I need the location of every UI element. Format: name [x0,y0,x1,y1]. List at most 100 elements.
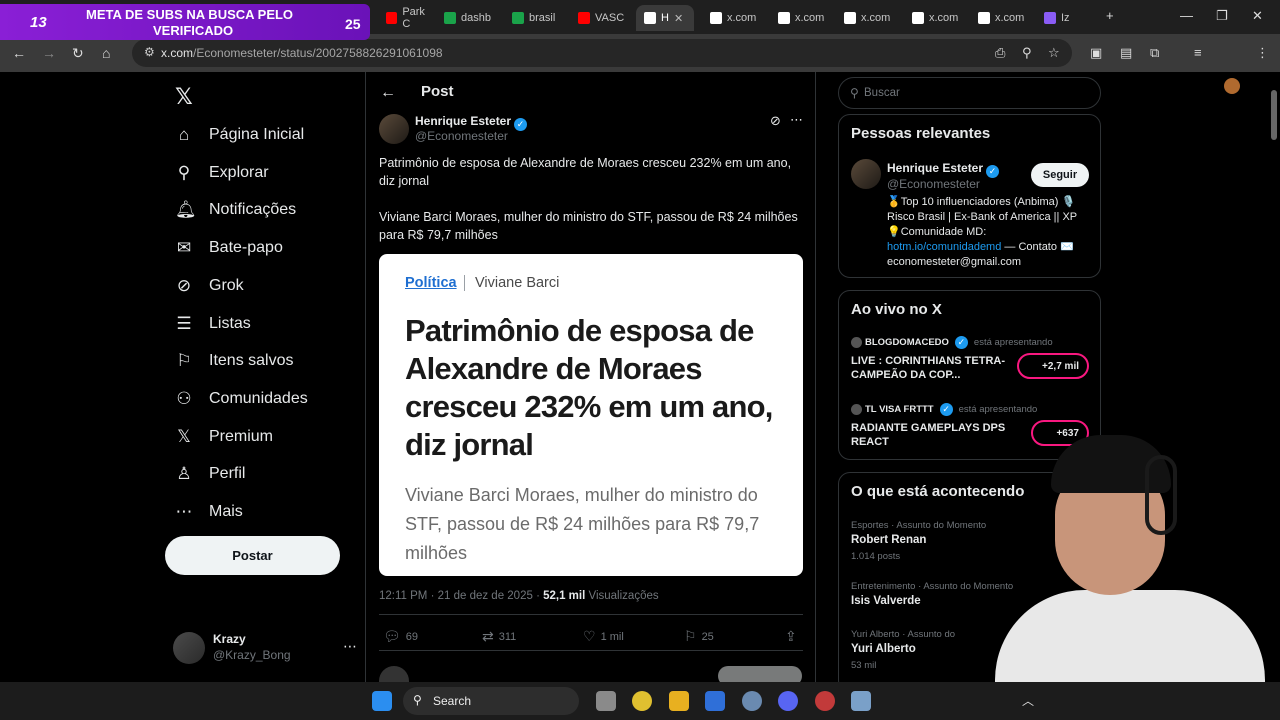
settings-icon[interactable] [742,691,762,711]
scrollbar-thumb[interactable] [1271,90,1277,140]
post-button[interactable]: Postar [165,536,340,575]
more-icon[interactable]: ⋯ [343,638,357,655]
reload-icon[interactable]: ↻ [72,45,84,62]
chrome-icon[interactable] [632,691,652,711]
sidebar-item-label: Notificações [209,201,297,219]
url-field[interactable]: ⚙ x.com/Economesteter/status/20027588262… [132,39,1072,67]
folder-icon[interactable] [669,691,689,711]
avatar[interactable] [851,159,881,189]
more-options-icon[interactable]: ⋯ [790,112,803,128]
sidebar-item[interactable]: ☰ Listas [175,309,250,339]
sidebar-item[interactable]: ⌂ Página Inicial [175,120,304,150]
profile-avatar[interactable] [1224,78,1240,94]
sidebar-item[interactable]: ✉ Bate-papo [175,233,283,263]
task-view-icon[interactable] [596,691,616,711]
start-icon[interactable] [372,691,392,711]
browser-tab[interactable]: dashb [436,5,500,31]
page-title: Post [421,83,454,100]
scrollbar[interactable] [1268,72,1280,682]
account-switcher[interactable]: Krazy @Krazy_Bong ⋯ [173,630,358,670]
store-icon[interactable] [705,691,725,711]
tab-label: x.com [929,12,959,24]
search-input[interactable]: ⚲ Buscar [838,77,1101,109]
main-column: ← Post Henrique Esteter ✓ @Economesteter … [365,72,816,682]
install-icon[interactable]: ⎙ [995,45,1005,61]
reply-avatar [379,666,409,682]
menu-icon[interactable]: ⋮ [1256,45,1269,61]
forward-arrow-icon[interactable]: → [42,45,56,61]
sidebar-item[interactable]: 𝕏 Premium [175,422,273,452]
live-title: Ao vivo no X [851,301,942,318]
browser-tab[interactable]: brasil [504,5,568,31]
discord-icon[interactable] [778,691,798,711]
taskbar-search[interactable]: ⚲ Search [403,687,579,715]
notepad-icon[interactable] [851,691,871,711]
relevant-name[interactable]: Henrique Esteter ✓ [887,161,1000,178]
site-info-icon[interactable]: ⚙ [144,45,155,59]
article-image-card[interactable]: Política Viviane Barci Patrimônio de esp… [379,254,803,576]
like-button[interactable]: ♡ 1 mil [583,628,624,645]
sidebar-item[interactable]: ⚐ Itens salvos [175,346,293,376]
browser-tab[interactable]: x.com [970,5,1034,31]
relevant-name-text: Henrique Esteter [887,161,984,175]
windows-taskbar: ⚲ Search ︿ [0,682,1280,720]
grok-icon[interactable]: ⊘ [770,113,781,129]
headphones-icon [1145,455,1177,535]
sidebar-item[interactable]: ⊘ Grok [175,271,244,301]
sidebar-item[interactable]: 🔔︎ Notificações [175,195,296,225]
tab-label: brasil [529,12,556,24]
like-count: 1 mil [600,630,624,643]
url-host: x.com [161,46,194,60]
sidebar-item-label: Explorar [209,163,269,181]
close-tab-icon[interactable]: ✕ [674,12,683,25]
follow-button[interactable]: Seguir [1031,163,1089,187]
sidebar-item-label: Perfil [209,465,246,483]
browser-tab[interactable]: H ✕ [636,5,694,31]
browser-tab[interactable]: x.com [836,5,900,31]
maximize-button[interactable]: ❐ [1216,8,1228,24]
sidebar-item[interactable]: ⋯ Mais [175,497,243,527]
sidebar-item[interactable]: ♙ Perfil [175,459,245,489]
browser-tab[interactable]: x.com [904,5,968,31]
chevron-up-icon[interactable]: ︿ [1022,692,1034,709]
home-icon[interactable]: ⌂ [102,45,110,61]
back-arrow-icon[interactable]: ← [380,84,396,102]
zoom-icon[interactable]: ⚲ [1022,45,1032,61]
star-icon[interactable]: ☆ [1048,45,1060,61]
sidebar-item[interactable]: ⚲ Explorar [175,158,269,188]
share-button[interactable]: ⇪ [785,628,797,645]
trend-item[interactable]: Isis Valverde [851,595,921,607]
media-icon[interactable]: ≡ [1194,45,1202,60]
trend-item[interactable]: Robert Renan [851,534,926,546]
close-window-button[interactable]: ✕ [1252,8,1263,24]
sidebar-item[interactable]: ⚇ Comunidades [175,384,307,414]
trend-item[interactable]: Yuri Alberto [851,643,916,655]
new-tab-button[interactable]: + [1106,8,1114,23]
browser-tab[interactable]: Park C [378,5,442,31]
browser-tab[interactable]: x.com [702,5,766,31]
reply-count: 69 [405,630,419,643]
extension-icon-2[interactable]: ▤ [1120,45,1132,61]
bio-link[interactable]: hotm.io/comunidademd [887,241,1001,253]
relevant-bio: 🥇Top 10 influenciadores (Anbima) 🎙️ Risc… [887,195,1092,270]
browser-tab[interactable]: VASC [570,5,634,31]
live-item[interactable]: LIVE : CORINTHIANS TETRA-CAMPEÃO DA COP.… [851,354,1011,382]
x-premium-icon: 𝕏 [177,426,191,446]
minimize-button[interactable]: — [1180,8,1193,23]
reply-submit-button[interactable] [718,666,802,682]
listeners-pill[interactable]: +2,7 mil [1017,353,1089,379]
browser-tab[interactable]: Iz [1036,5,1100,31]
x-logo-icon[interactable]: 𝕏 [175,84,193,110]
browser-tab[interactable]: x.com [770,5,834,31]
puzzle-icon[interactable]: ⧉ [1150,45,1159,61]
bookmark-button[interactable]: ⚐ 25 [684,628,714,645]
relevant-handle[interactable]: @Economesteter [887,177,980,191]
author-avatar[interactable] [379,114,409,144]
back-arrow-icon[interactable]: ← [12,45,26,61]
extension-icon[interactable]: ▣ [1090,45,1102,61]
author-handle[interactable]: @Economesteter [415,129,508,143]
repost-button[interactable]: ⇄ 311 [482,628,516,645]
relevant-title: Pessoas relevantes [851,125,991,142]
app-icon[interactable] [815,691,835,711]
reply-button[interactable]: 💬︎ 69 [383,628,418,645]
